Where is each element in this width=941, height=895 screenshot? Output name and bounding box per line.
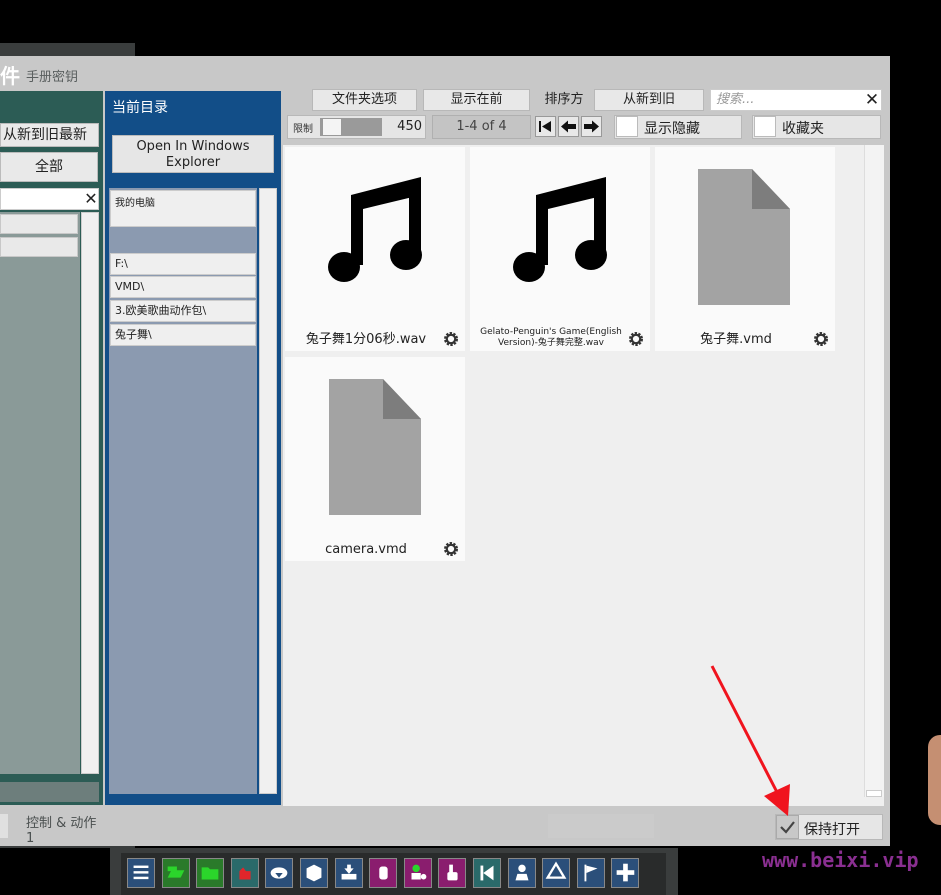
favorites-label: 收藏夹 xyxy=(782,121,824,137)
file-icon xyxy=(698,169,790,305)
path-item[interactable]: 3.欧美歌曲动作包\ xyxy=(110,300,256,322)
directory-title: 当前目录 xyxy=(112,100,168,116)
taskbar-button[interactable] xyxy=(403,858,432,888)
taskbar-button[interactable] xyxy=(300,858,328,888)
file-tile[interactable]: camera.vmd xyxy=(285,357,465,561)
hand-icon xyxy=(379,866,388,880)
limit-value: 450 xyxy=(397,119,422,134)
folder-icon xyxy=(201,867,219,880)
folder-options-button[interactable]: 文件夹选项 xyxy=(312,89,417,111)
next-page-button[interactable] xyxy=(581,116,602,137)
inbox-download-icon xyxy=(341,864,357,880)
background-title-sub: 手册密钥 xyxy=(26,70,79,85)
taskbar-button[interactable] xyxy=(438,858,467,888)
taskbar-button[interactable] xyxy=(369,858,398,888)
left-bottom-bar xyxy=(0,782,99,802)
first-page-button[interactable] xyxy=(535,116,556,137)
taskbar-button[interactable] xyxy=(473,858,501,888)
taskbar-button[interactable] xyxy=(161,858,190,888)
left-scrollbar[interactable] xyxy=(81,212,99,774)
file-tile[interactable]: 兔子舞1分06秒.wav xyxy=(285,147,465,351)
limit-label: 限制 xyxy=(293,124,313,135)
file-name: Gelato-Penguin's Game(English Version)-兔… xyxy=(480,327,622,348)
file-tile[interactable]: Gelato-Penguin's Game(English Version)-兔… xyxy=(470,147,650,351)
list-item[interactable] xyxy=(0,214,78,234)
show-first-button[interactable]: 显示在前 xyxy=(423,89,530,111)
taskbar-button[interactable] xyxy=(542,858,571,888)
list-item[interactable] xyxy=(0,237,78,257)
show-hidden-label: 显示隐藏 xyxy=(644,121,700,137)
sort-label: 排序方 xyxy=(544,92,584,107)
open-explorer-button[interactable]: Open In Windows Explorer xyxy=(112,135,274,173)
path-item[interactable]: F:\ xyxy=(110,253,256,275)
taskbar-button[interactable] xyxy=(265,858,294,888)
taskbar-button[interactable] xyxy=(196,858,225,888)
cloud-download-icon xyxy=(271,867,288,879)
left-search-clear-icon[interactable]: ✕ xyxy=(82,188,100,210)
plus-icon xyxy=(617,863,635,882)
music-note-icon xyxy=(328,177,422,282)
skip-back-icon xyxy=(480,865,494,881)
prev-page-button[interactable] xyxy=(558,116,579,137)
red-arrow-annotation xyxy=(710,665,790,816)
gear-icon[interactable] xyxy=(443,541,459,557)
file-tile[interactable]: 兔子舞.vmd xyxy=(655,147,835,351)
sort-order-button[interactable]: 从新到旧 xyxy=(594,89,704,111)
disabled-button xyxy=(548,814,654,838)
taskbar-button[interactable] xyxy=(334,858,363,888)
flag-icon xyxy=(584,864,598,882)
my-computer-item[interactable]: 我的电脑 xyxy=(110,190,256,227)
menu-icon xyxy=(133,865,149,880)
file-name: 兔子舞1分06秒.wav xyxy=(305,332,427,347)
show-hidden-checkbox[interactable] xyxy=(616,116,638,137)
pointer-hand-icon xyxy=(447,864,458,881)
file-name: 兔子舞.vmd xyxy=(700,332,772,347)
taskbar-button[interactable] xyxy=(127,858,155,888)
arrow-left-icon xyxy=(561,120,576,133)
left-sort-button[interactable]: 从新到旧最新 xyxy=(0,123,99,147)
skip-first-icon xyxy=(539,121,551,132)
character-figure-edge xyxy=(928,735,941,825)
arrow-right-icon xyxy=(584,120,599,133)
background-bottom-label: 控制 & 动作 1 xyxy=(26,812,96,846)
unity-icon xyxy=(545,861,567,879)
person-icon xyxy=(515,864,529,881)
keep-open-label: 保持打开 xyxy=(804,822,860,838)
path-item[interactable]: 兔子舞\ xyxy=(110,324,256,346)
box-icon xyxy=(306,864,322,882)
file-name: camera.vmd xyxy=(325,542,407,557)
gear-icon[interactable] xyxy=(443,331,459,347)
directory-scrollbar[interactable] xyxy=(259,188,277,794)
taskbar-button[interactable] xyxy=(507,858,536,888)
path-item[interactable]: VMD\ xyxy=(110,276,256,298)
taskbar-button[interactable] xyxy=(576,858,605,888)
open-motion-icon xyxy=(167,866,184,878)
file-icon xyxy=(329,379,421,515)
page-info: 1-4 of 4 xyxy=(432,115,531,139)
search-input[interactable]: 搜索... xyxy=(710,89,882,111)
background-bottom-box xyxy=(0,814,8,838)
left-all-button[interactable]: 全部 xyxy=(0,152,98,182)
red-hand-icon xyxy=(239,867,251,880)
gear-icon[interactable] xyxy=(628,331,644,347)
favorites-checkbox[interactable] xyxy=(754,116,776,137)
left-list xyxy=(0,212,80,774)
gear-icon[interactable] xyxy=(813,331,829,347)
grid-scrollbar-thumb[interactable] xyxy=(866,790,882,797)
music-note-icon xyxy=(513,177,607,282)
taskbar-button[interactable] xyxy=(230,858,259,888)
grid-scrollbar[interactable] xyxy=(864,145,884,797)
add-person-icon xyxy=(411,864,427,880)
watermark: www.beixi.vip xyxy=(762,848,919,872)
taskbar-button[interactable] xyxy=(611,858,640,888)
background-bottom-label-sub: 1 xyxy=(26,831,35,846)
search-clear-icon[interactable]: ✕ xyxy=(862,89,882,111)
limit-slider-handle[interactable] xyxy=(322,118,342,136)
background-bottom-label-text: 控制 & 动作 xyxy=(26,816,97,831)
